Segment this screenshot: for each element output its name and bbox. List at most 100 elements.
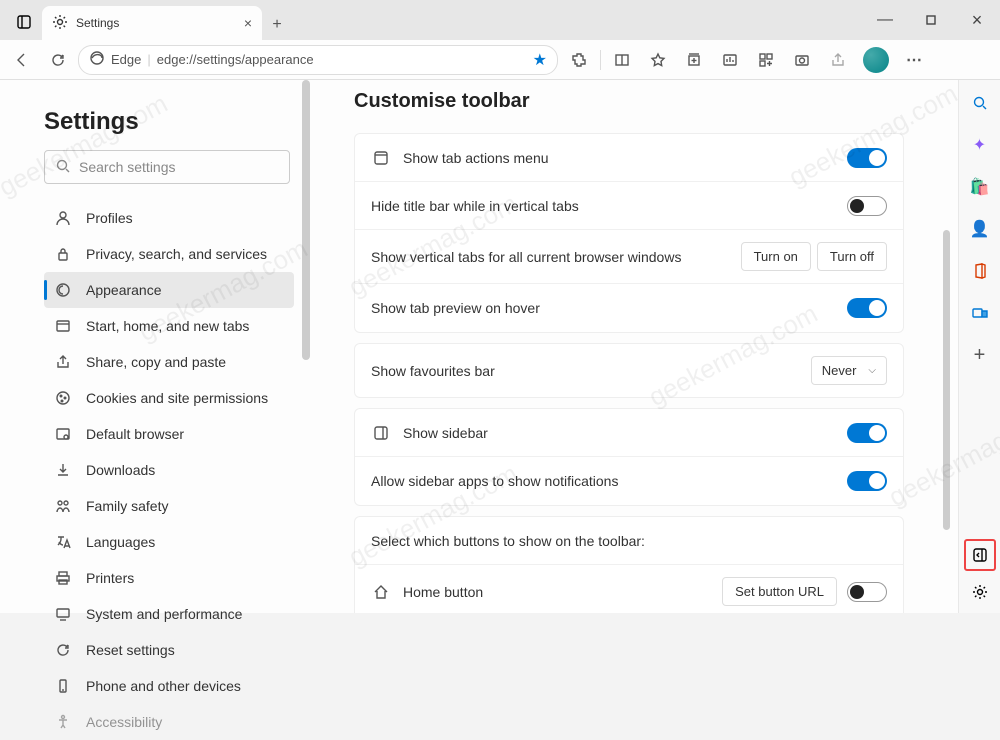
minimize-button[interactable]: — — [862, 0, 908, 40]
settings-nav: Settings Search settings Profiles Privac… — [0, 80, 310, 613]
set-url-button[interactable]: Set button URL — [722, 577, 837, 606]
row-vertical-tabs: Show vertical tabs for all current brows… — [355, 230, 903, 284]
settings-content: Customise toolbar Show tab actions menu … — [310, 80, 958, 613]
main-area: Settings Search settings Profiles Privac… — [0, 80, 1000, 613]
nav-cookies[interactable]: Cookies and site permissions — [44, 380, 294, 416]
content-heading: Customise toolbar — [354, 90, 904, 113]
new-tab-button[interactable]: + — [262, 10, 292, 40]
language-icon — [54, 533, 72, 551]
more-icon[interactable]: ⋯ — [897, 44, 931, 76]
toggle-show-sidebar[interactable] — [847, 423, 887, 443]
nav-phone[interactable]: Phone and other devices — [44, 668, 294, 704]
star-icon[interactable]: ★ — [533, 50, 547, 70]
edge-icon — [89, 50, 105, 69]
sidebar-discover-icon[interactable]: ✦ — [965, 130, 995, 160]
turn-on-button[interactable]: Turn on — [741, 242, 811, 271]
share-icon[interactable] — [821, 44, 855, 76]
row-hide-titlebar: Hide title bar while in vertical tabs — [355, 182, 903, 230]
sidebar-office-icon[interactable] — [965, 256, 995, 286]
nav-printers[interactable]: Printers — [44, 560, 294, 596]
nav-scrollbar[interactable] — [302, 80, 310, 360]
search-settings-input[interactable]: Search settings — [44, 150, 290, 184]
sidebar-hide-highlight — [964, 539, 996, 571]
tab-actions-icon — [371, 150, 391, 166]
reset-icon — [54, 641, 72, 659]
settings-title: Settings — [44, 108, 294, 136]
nav-privacy[interactable]: Privacy, search, and services — [44, 236, 294, 272]
toggle-sidebar-notif[interactable] — [847, 471, 887, 491]
screenshot-icon[interactable] — [785, 44, 819, 76]
download-icon — [54, 461, 72, 479]
apps-icon[interactable] — [749, 44, 783, 76]
profile-avatar[interactable] — [863, 47, 889, 73]
nav-appearance[interactable]: Appearance — [44, 272, 294, 308]
refresh-button[interactable] — [42, 44, 74, 76]
performance-icon[interactable] — [713, 44, 747, 76]
printer-icon — [54, 569, 72, 587]
tab-title: Settings — [76, 16, 119, 30]
turn-off-button[interactable]: Turn off — [817, 242, 887, 271]
address-bar[interactable]: Edge | edge://settings/appearance ★ — [78, 45, 558, 75]
nav-system[interactable]: System and performance — [44, 596, 294, 632]
row-tab-preview: Show tab preview on hover — [355, 284, 903, 332]
row-home-button: Home button Set button URL — [355, 565, 903, 613]
maximize-button[interactable] — [908, 0, 954, 40]
back-button[interactable] — [6, 44, 38, 76]
content-scrollbar[interactable] — [943, 230, 950, 530]
home-icon — [371, 584, 391, 600]
nav-share[interactable]: Share, copy and paste — [44, 344, 294, 380]
phone-icon — [54, 677, 72, 695]
favourites-select[interactable]: Never ⌵ — [811, 356, 887, 385]
sidebar-shopping-icon[interactable]: 🛍️ — [965, 172, 995, 202]
share-nav-icon — [54, 353, 72, 371]
edge-sidebar: ✦ 🛍️ 👤 + — [958, 80, 1000, 613]
toggle-home-button[interactable] — [847, 582, 887, 602]
default-icon — [54, 425, 72, 443]
toggle-tab-preview[interactable] — [847, 298, 887, 318]
nav-default[interactable]: Default browser — [44, 416, 294, 452]
family-icon — [54, 497, 72, 515]
nav-profiles[interactable]: Profiles — [44, 200, 294, 236]
card-tabs: Show tab actions menu Hide title bar whi… — [354, 133, 904, 333]
nav-family[interactable]: Family safety — [44, 488, 294, 524]
system-icon — [54, 605, 72, 623]
card-favourites: Show favourites bar Never ⌵ — [354, 343, 904, 398]
browser-toolbar: Edge | edge://settings/appearance ★ ⋯ — [0, 40, 1000, 80]
browser-tab[interactable]: Settings × — [42, 6, 262, 40]
collections-icon[interactable] — [677, 44, 711, 76]
close-window-button[interactable]: × — [954, 0, 1000, 40]
extensions-icon[interactable] — [562, 44, 596, 76]
toggle-hide-titlebar[interactable] — [847, 196, 887, 216]
sidebar-outlook-icon[interactable] — [965, 298, 995, 328]
search-placeholder: Search settings — [79, 159, 176, 175]
sidebar-hide-icon[interactable] — [969, 544, 991, 566]
tab-actions-button[interactable] — [6, 4, 42, 40]
row-favourites: Show favourites bar Never ⌵ — [355, 344, 903, 397]
sidebar-add-icon[interactable]: + — [965, 340, 995, 370]
card-sidebar: Show sidebar Allow sidebar apps to show … — [354, 408, 904, 506]
sidebar-search-icon[interactable] — [965, 88, 995, 118]
split-icon[interactable] — [605, 44, 639, 76]
toolbar-icons: ⋯ — [562, 44, 931, 76]
sidebar-people-icon[interactable]: 👤 — [965, 214, 995, 244]
url-text: edge://settings/appearance — [157, 52, 314, 67]
lock-icon — [54, 245, 72, 263]
browser-name: Edge — [111, 52, 141, 67]
nav-languages[interactable]: Languages — [44, 524, 294, 560]
nav-downloads[interactable]: Downloads — [44, 452, 294, 488]
nav-start[interactable]: Start, home, and new tabs — [44, 308, 294, 344]
nav-accessibility[interactable]: Accessibility — [44, 704, 294, 740]
close-tab-icon[interactable]: × — [244, 15, 252, 31]
nav-reset[interactable]: Reset settings — [44, 632, 294, 668]
appearance-icon — [54, 281, 72, 299]
favorites-icon[interactable] — [641, 44, 675, 76]
titlebar: Settings × + — × — [0, 0, 1000, 40]
card-toolbar-buttons: Select which buttons to show on the tool… — [354, 516, 904, 613]
cookies-icon — [54, 389, 72, 407]
accessibility-icon — [54, 713, 72, 731]
sidebar-icon — [371, 425, 391, 441]
chevron-down-icon: ⌵ — [868, 365, 876, 376]
row-show-sidebar: Show sidebar — [355, 409, 903, 457]
sidebar-settings-icon[interactable] — [965, 577, 995, 607]
toggle-tab-actions[interactable] — [847, 148, 887, 168]
